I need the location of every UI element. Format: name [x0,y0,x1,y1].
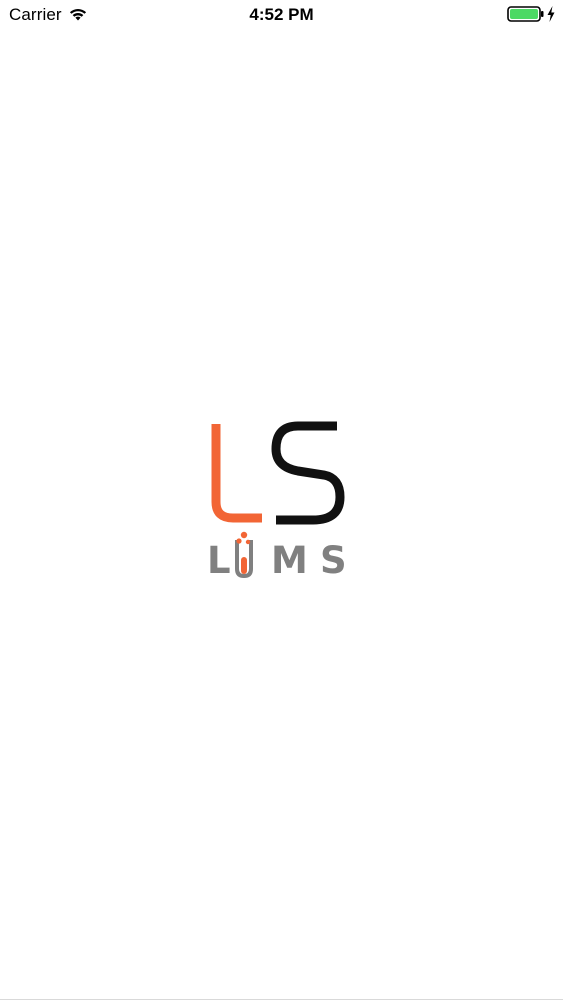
logo-lims-s: S [320,539,347,580]
logo-test-tube-liquid [241,557,247,574]
charging-bolt-icon [547,6,555,22]
logo-bubble-dot [240,531,248,539]
splash-logo: L M S [207,421,347,580]
logo-lims-l: L [207,539,231,580]
logo-l-shape [211,424,262,523]
logo-bubble-dot [245,539,251,545]
status-bar: Carrier 4:52 PM [0,0,563,30]
logo-lims-m: M [271,539,308,580]
battery-fill [510,9,538,19]
logo-s-shape [271,421,345,525]
status-time: 4:52 PM [249,5,314,24]
battery-icon [507,6,544,22]
logo-bubble-dot [236,538,242,544]
